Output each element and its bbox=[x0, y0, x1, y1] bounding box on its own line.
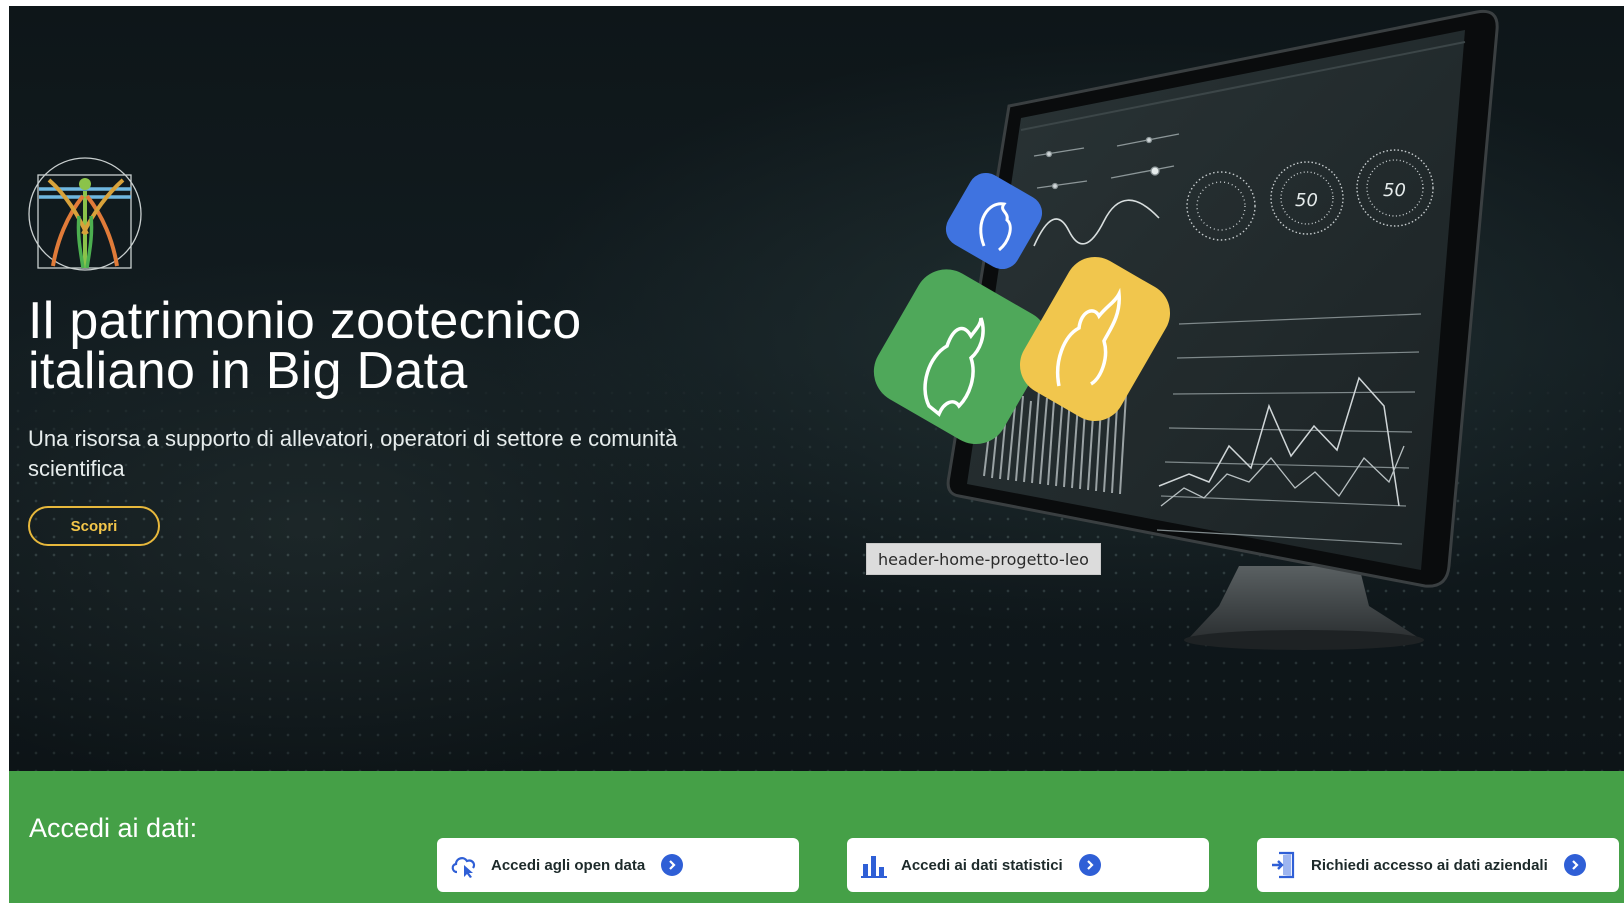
chevron-right-icon bbox=[1563, 854, 1586, 876]
image-alt-tooltip: header-home-progetto-leo bbox=[866, 543, 1101, 575]
data-access-bar: Accedi ai dati: Accedi agli open data Ac… bbox=[9, 771, 1624, 903]
statistics-data-label: Accedi ai dati statistici bbox=[901, 856, 1063, 874]
scopri-button[interactable]: Scopri bbox=[28, 506, 160, 546]
hero-title: Il patrimonio zootecnico italiano in Big… bbox=[28, 292, 748, 400]
company-data-access-card[interactable]: Richiedi accesso ai dati aziendali bbox=[1257, 838, 1619, 892]
hero-subtitle: Una risorsa a supporto di allevatori, op… bbox=[28, 426, 678, 481]
hero-section: Il patrimonio zootecnico italiano in Big… bbox=[9, 6, 1624, 771]
hero-title-line2: italiano in Big Data bbox=[28, 342, 468, 400]
hero-title-line1: Il patrimonio zootecnico bbox=[28, 292, 582, 350]
monitor-illustration: 50 50 bbox=[859, 6, 1624, 696]
page: Il patrimonio zootecnico italiano in Big… bbox=[0, 0, 1624, 903]
door-enter-icon bbox=[1269, 850, 1299, 880]
leo-logo-icon[interactable] bbox=[27, 156, 147, 276]
data-access-label: Accedi ai dati: bbox=[29, 813, 198, 843]
gauge-value-2: 50 bbox=[1383, 180, 1406, 201]
bar-chart-icon bbox=[859, 850, 889, 880]
chevron-right-icon bbox=[1078, 854, 1101, 876]
open-data-label: Accedi agli open data bbox=[491, 856, 646, 874]
open-data-card[interactable]: Accedi agli open data bbox=[437, 838, 799, 892]
statistics-data-card[interactable]: Accedi ai dati statistici bbox=[847, 838, 1209, 892]
gauge-value-1: 50 bbox=[1295, 190, 1318, 211]
company-data-access-label: Richiedi accesso ai dati aziendali bbox=[1311, 856, 1548, 874]
chevron-right-icon bbox=[661, 854, 684, 876]
cloud-click-icon bbox=[449, 850, 479, 880]
